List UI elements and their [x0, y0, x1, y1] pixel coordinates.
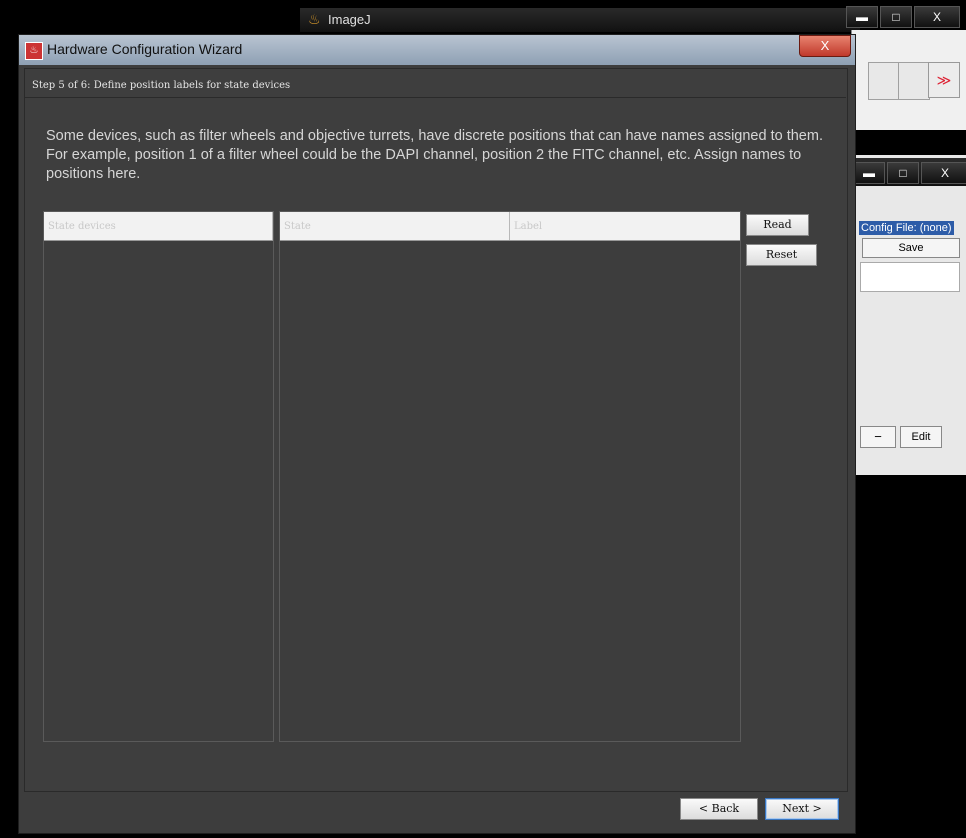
minimize-icon[interactable]: ▬: [846, 6, 878, 28]
close-icon[interactable]: X: [914, 6, 960, 28]
wizard-title: Hardware Configuration Wizard: [47, 41, 243, 57]
java-icon: ♨: [25, 42, 43, 60]
imagej-tool-button[interactable]: [868, 62, 900, 100]
save-button[interactable]: Save: [862, 238, 960, 258]
imagej-tool-button[interactable]: [898, 62, 930, 100]
description-text: Some devices, such as filter wheels and …: [46, 128, 823, 182]
edit-button[interactable]: Edit: [900, 426, 942, 448]
minimize-icon[interactable]: ▬: [853, 162, 885, 184]
close-icon[interactable]: X: [921, 162, 966, 184]
wizard-titlebar[interactable]: ♨ Hardware Configuration Wizard X: [19, 35, 855, 65]
step-label: Step 5 of 6: Define position labels for …: [32, 80, 291, 91]
close-button[interactable]: X: [799, 35, 851, 57]
state-labels-table[interactable]: State Label: [279, 211, 741, 742]
imagej-titlebar: ♨ ImageJ: [300, 8, 860, 32]
column-header-label[interactable]: Label: [510, 212, 740, 240]
column-header-state[interactable]: State: [280, 212, 510, 240]
micromanager-window-controls: ▬ □ X: [853, 162, 966, 184]
maximize-icon[interactable]: □: [887, 162, 919, 184]
microscope-icon: ♨: [308, 11, 321, 27]
column-header-state-devices[interactable]: State devices: [44, 212, 273, 240]
config-file-label: Config File: (none): [859, 221, 954, 235]
more-tools-icon[interactable]: ≫: [928, 62, 960, 98]
table-header: State Label: [280, 212, 740, 241]
reset-button[interactable]: Reset: [746, 244, 817, 266]
imagej-title: ImageJ: [328, 12, 371, 27]
read-button[interactable]: Read: [746, 214, 809, 236]
state-devices-table[interactable]: State devices: [43, 211, 274, 742]
remove-button[interactable]: −: [860, 426, 896, 448]
imagej-window-controls: ▬ □ X: [846, 6, 960, 28]
back-button[interactable]: < Back: [680, 798, 758, 820]
config-list[interactable]: [860, 262, 960, 292]
maximize-icon[interactable]: □: [880, 6, 912, 28]
divider: [24, 97, 846, 98]
table-header: State devices: [44, 212, 273, 241]
next-button[interactable]: Next >: [765, 798, 839, 820]
